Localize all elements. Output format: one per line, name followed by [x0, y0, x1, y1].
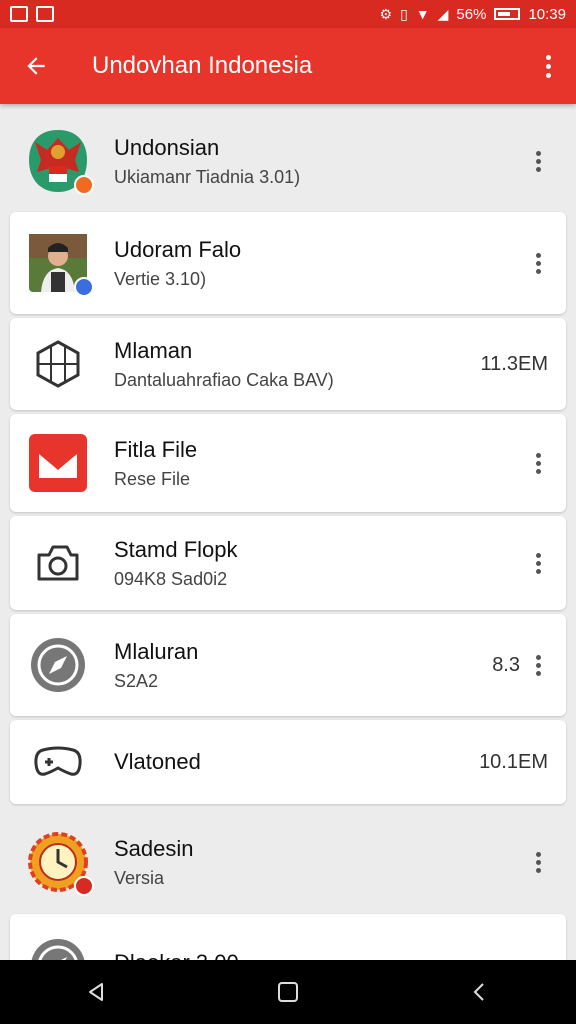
list-item[interactable]: Dlaokar 3.00 [10, 914, 566, 960]
item-menu-button[interactable] [526, 543, 550, 583]
item-title: Sadesin [114, 835, 194, 861]
item-title: Stamd Flopk [114, 536, 238, 562]
item-subtitle: S2A2 [114, 670, 159, 691]
nav-back-button[interactable] [66, 962, 126, 1022]
back-button[interactable] [0, 28, 72, 104]
item-menu-button[interactable] [526, 443, 550, 483]
clock-badge-icon [26, 830, 94, 896]
navigation-bar [0, 960, 576, 1024]
app-badge-icon [74, 175, 94, 195]
item-subtitle: Versia [114, 867, 165, 888]
item-subtitle: Dantaluahrafiao Caka BAV) [114, 369, 334, 390]
app-bar: Undovhan Indonesia [0, 28, 576, 104]
square-home-icon [278, 982, 298, 1002]
image-notification-icon [10, 6, 28, 22]
nav-recents-button[interactable] [450, 962, 510, 1022]
status-bar: ⚙ ▯ ▼ ◢ 56% 10:39 [0, 0, 576, 28]
list-item[interactable]: Undonsian Ukiamanr Tiadnia 3.01) [10, 112, 566, 210]
nav-home-button[interactable] [258, 962, 318, 1022]
item-menu-button[interactable] [526, 842, 550, 882]
list-item[interactable]: Mlaman Dantaluahrafiao Caka BAV) 11.3EM [10, 318, 566, 410]
item-title: Udoram Falo [114, 236, 242, 262]
signal-icon: ◢ [437, 6, 449, 22]
item-title: Undonsian [114, 134, 220, 160]
overflow-menu-button[interactable] [520, 28, 576, 104]
hexagon-icon [26, 332, 90, 396]
app-badge-icon [74, 277, 94, 297]
list-item[interactable]: Mlaluran S2A2 8.3 [10, 614, 566, 716]
arrow-left-icon [27, 57, 45, 75]
item-title: Dlaokar 3.00 [114, 950, 566, 960]
item-title: Vlatoned [114, 749, 201, 774]
item-subtitle: Vertie 3.10) [114, 268, 207, 289]
portrait-app-icon [26, 231, 94, 297]
item-menu-button[interactable] [526, 141, 550, 181]
item-menu-button[interactable] [526, 243, 550, 283]
item-size: 8.3 [492, 653, 520, 676]
list-item[interactable]: Stamd Flopk 094K8 Sad0i2 [10, 516, 566, 610]
mail-app-icon [26, 431, 90, 495]
battery-icon [494, 8, 521, 20]
app-notification-icon [36, 6, 54, 22]
list-item[interactable]: Sadesin Versia [10, 810, 566, 914]
battery-percent: 56% [456, 5, 487, 23]
item-size: 11.3EM [480, 352, 548, 375]
gamepad-icon [26, 730, 90, 794]
item-title: Mlaluran [114, 638, 199, 664]
alarm-icon: ⚙ [379, 6, 393, 22]
app-list: Undonsian Ukiamanr Tiadnia 3.01) Udoram … [0, 104, 576, 960]
item-subtitle: Rese File [114, 468, 191, 489]
wifi-icon: ▼ [415, 6, 430, 22]
notification-icons [10, 6, 54, 22]
item-title: Fitla File [114, 436, 198, 462]
clock: 10:39 [528, 5, 566, 23]
camera-icon [26, 531, 90, 595]
garuda-app-icon [26, 129, 94, 195]
item-subtitle: Ukiamanr Tiadnia 3.01) [114, 166, 301, 187]
list-item[interactable]: Udoram Falo Vertie 3.10) [10, 212, 566, 314]
compass-icon [26, 934, 90, 960]
page-title: Undovhan Indonesia [92, 52, 313, 79]
item-title: Mlaman [114, 337, 193, 363]
item-size: 10.1EM [479, 750, 548, 773]
chevron-left-icon [473, 983, 484, 1001]
item-subtitle: 094K8 Sad0i2 [114, 568, 228, 589]
compass-icon [26, 633, 90, 697]
list-item[interactable]: Vlatoned 10.1EM [10, 720, 566, 804]
item-menu-button[interactable] [526, 645, 550, 685]
app-badge-icon [74, 876, 94, 896]
vibrate-icon: ▯ [400, 6, 408, 22]
list-item[interactable]: Fitla File Rese File [10, 414, 566, 512]
triangle-back-icon [89, 983, 103, 1001]
